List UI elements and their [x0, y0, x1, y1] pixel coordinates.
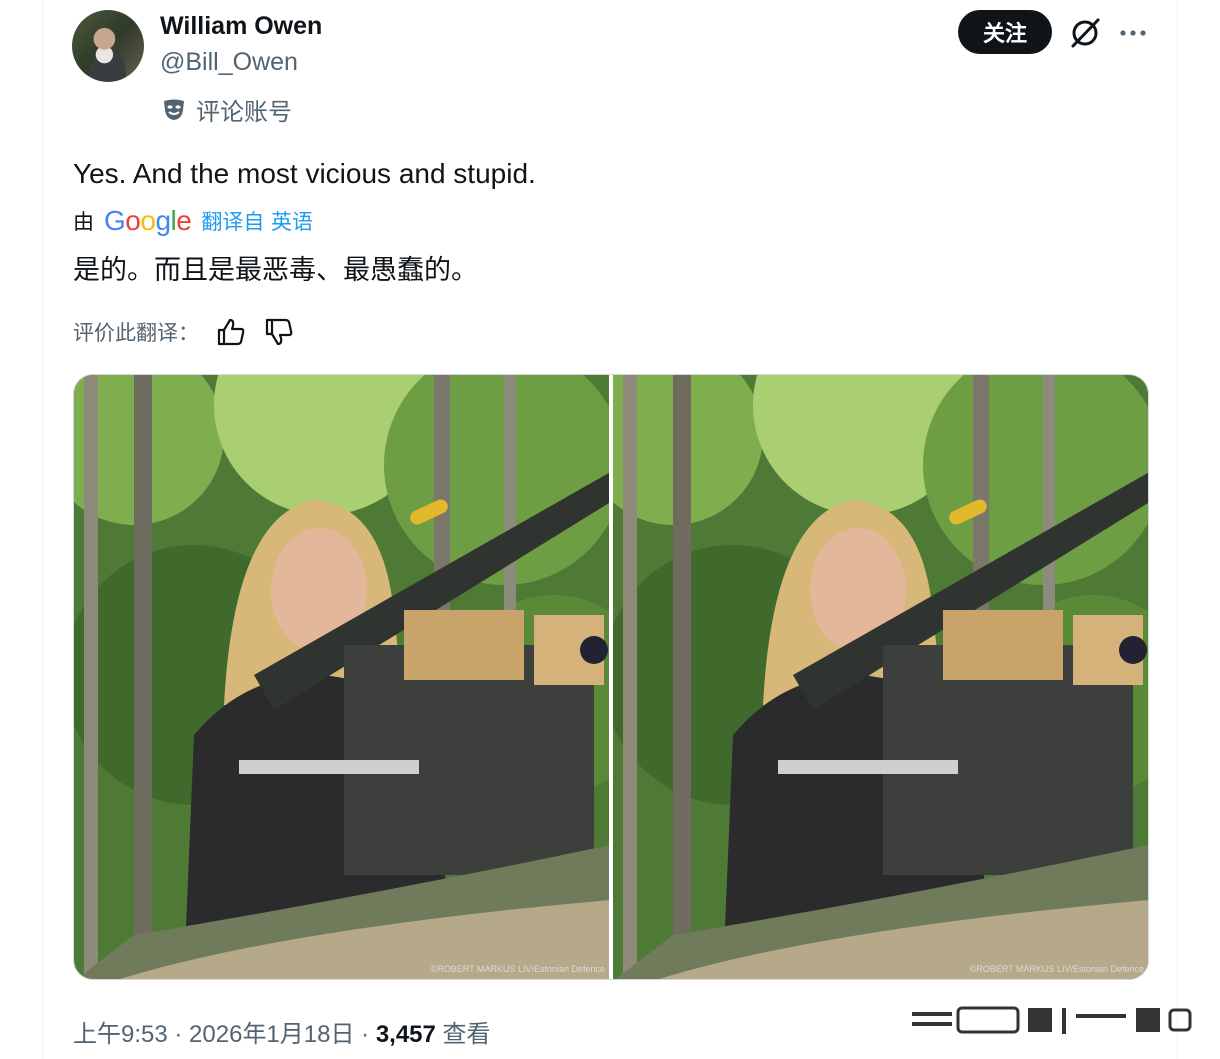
rate-translation-label: 评价此翻译： [73, 321, 199, 345]
more-icon[interactable] [1118, 18, 1148, 48]
thumbs-down-icon[interactable] [263, 316, 295, 348]
translated-from-link[interactable]: 翻译自 英语 [201, 206, 313, 236]
comedy-mask-icon [164, 99, 184, 120]
photo-credit: ©ROBERT MARKUS LIV/Estonian Defence [430, 964, 605, 974]
views-count: 3,457 [375, 1021, 436, 1048]
translated-by-label: 由 [73, 210, 94, 234]
account-badge: 评论账号 [162, 92, 292, 127]
watermark-logo [912, 1006, 1192, 1034]
translation-attribution: 由 Google 翻译自 英语 [73, 204, 313, 238]
follow-button[interactable]: 关注 [958, 10, 1052, 54]
photo-scene [74, 375, 609, 979]
photo-credit: ©ROBERT MARKUS LIV/Estonian Defence [969, 964, 1144, 974]
google-logo: Google [104, 205, 192, 236]
meta-separator: · [354, 1021, 376, 1048]
media-photo-2[interactable]: ©ROBERT MARKUS LIV/Estonian Defence [613, 375, 1148, 979]
author-name[interactable]: William Owen [160, 12, 322, 41]
tweet-media[interactable]: ©ROBERT MARKUS LIV/Estonian Defence ©ROB… [73, 374, 1149, 980]
translated-text: 是的。而且是最恶毒、最愚蠢的。 [73, 255, 478, 286]
meta-separator: · [167, 1021, 190, 1048]
rate-translation: 评价此翻译： [73, 316, 295, 348]
avatar[interactable] [72, 10, 144, 82]
tweet-text: Yes. And the most vicious and stupid. [73, 158, 536, 189]
tweet-meta: 上午9:53 · 2026年1月18日 · 3,457 查看 [73, 1014, 491, 1049]
thumbs-up-icon[interactable] [215, 316, 247, 348]
tweet-time[interactable]: 上午9:53 [73, 1021, 168, 1048]
photo-scene [613, 375, 1148, 979]
author-handle[interactable]: @Bill_Owen [160, 48, 298, 77]
badge-label: 评论账号 [196, 98, 292, 126]
grok-icon[interactable] [1068, 16, 1102, 50]
media-photo-1[interactable]: ©ROBERT MARKUS LIV/Estonian Defence [74, 375, 609, 979]
tweet-date[interactable]: 2026年1月18日 [189, 1021, 354, 1048]
views-label: 查看 [442, 1021, 491, 1048]
